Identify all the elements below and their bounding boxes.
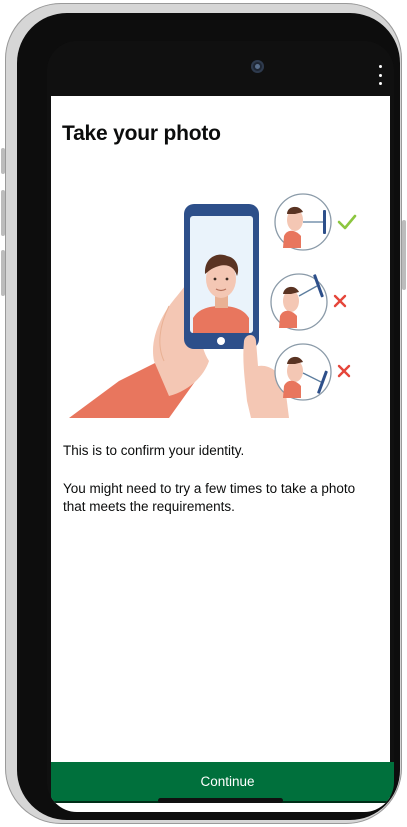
page-title: Take your photo: [62, 122, 221, 145]
phone-bezel: Take your photo This is to confirm your …: [17, 13, 400, 820]
shutter-button: [217, 337, 225, 345]
head-tilted-up-icon: [270, 273, 328, 331]
phone-frame: Take your photo This is to confirm your …: [5, 3, 402, 824]
selfie-eye-left: [213, 277, 217, 281]
home-indicator[interactable]: [158, 798, 283, 803]
more-options-icon[interactable]: [374, 65, 386, 85]
head-tilted-down-icon: [274, 343, 332, 401]
retry-description: You might need to try a few times to tak…: [63, 481, 356, 514]
front-camera: [251, 60, 264, 73]
continue-button[interactable]: Continue: [51, 762, 394, 801]
identity-description: This is to confirm your identity.: [63, 443, 245, 458]
power-button: [402, 220, 406, 290]
check-icon: [337, 214, 357, 230]
cross-icon: [337, 364, 351, 378]
phone-screen: Take your photo This is to confirm your …: [47, 41, 394, 812]
status-bar: [47, 41, 394, 96]
cross-icon: [333, 294, 347, 308]
correct-head-position-icon: [274, 193, 332, 251]
phone-selfie-illustration: [69, 193, 357, 418]
page-content: Take your photo This is to confirm your …: [51, 96, 394, 812]
selfie-eye-right: [225, 277, 229, 281]
